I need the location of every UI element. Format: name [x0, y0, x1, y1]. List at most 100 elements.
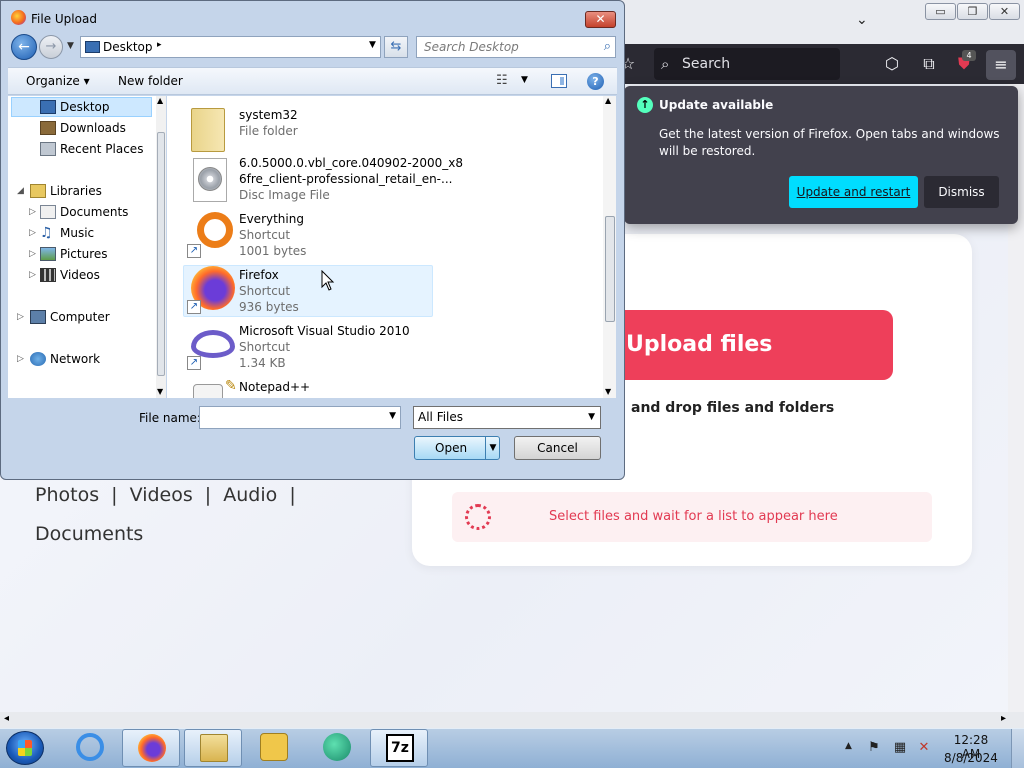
file-item-notepad[interactable]: ✎ Notepad++ — [183, 378, 433, 398]
search-placeholder: Search — [682, 56, 731, 72]
expand-arrow-icon[interactable]: ▷ — [29, 202, 36, 222]
taskbar-7zip[interactable]: 7z — [370, 729, 428, 767]
scroll-down-icon[interactable]: ▼ — [157, 387, 163, 396]
nav-item-videos[interactable]: ▷ Videos — [8, 265, 153, 285]
recent-places-icon — [40, 142, 56, 156]
chevron-down-icon[interactable]: ▼ — [588, 407, 595, 428]
forward-button[interactable]: → — [39, 35, 63, 59]
nav-item-network[interactable]: ▷ Network — [8, 349, 153, 369]
extensions-icon[interactable]: ⧉ — [917, 52, 941, 76]
start-button[interactable] — [6, 731, 44, 765]
scroll-left-icon[interactable]: ◂ — [4, 713, 9, 724]
nav-scrollbar[interactable]: ▲ ▼ — [156, 96, 166, 398]
nav-label: Recent Places — [60, 142, 144, 156]
view-dropdown-icon[interactable]: ▼ — [521, 75, 528, 85]
scroll-up-icon[interactable]: ▲ — [157, 96, 163, 105]
minimize-button[interactable]: ▭ — [925, 3, 956, 20]
link-separator: | — [289, 484, 296, 506]
open-button[interactable]: Open ▼ — [414, 436, 500, 460]
update-and-restart-button[interactable]: Update and restart — [789, 176, 918, 208]
file-list-scrollbar-thumb[interactable] — [605, 216, 615, 322]
file-type-select[interactable]: All Files ▼ — [413, 406, 601, 429]
file-type: Shortcut — [239, 228, 291, 242]
nav-label: Libraries — [50, 184, 102, 198]
nav-item-computer[interactable]: ▷ Computer — [8, 307, 153, 327]
link-videos[interactable]: Videos — [130, 484, 193, 506]
nav-item-music[interactable]: ▷ ♫ Music — [8, 223, 153, 243]
taskbar-internet-explorer[interactable] — [61, 729, 119, 767]
expand-arrow-icon[interactable]: ▷ — [29, 223, 36, 243]
expand-arrow-icon[interactable]: ▷ — [17, 349, 24, 369]
file-item-disc-image[interactable]: 6.0.5000.0.vbl_core.040902-2000_x8 6fre_… — [183, 154, 463, 208]
pocket-icon[interactable]: ⬡ — [880, 52, 904, 76]
link-documents[interactable]: Documents — [35, 523, 143, 545]
search-input[interactable]: Search Desktop ⌕ — [416, 36, 616, 58]
nav-item-recent-places[interactable]: Recent Places — [8, 139, 153, 159]
dismiss-button[interactable]: Dismiss — [924, 176, 999, 208]
cancel-button[interactable]: Cancel — [514, 436, 601, 460]
list-all-tabs-icon[interactable]: ⌄ — [856, 12, 868, 28]
nav-label: Videos — [60, 268, 100, 282]
horizontal-scrollbar[interactable]: ◂ ▸ — [0, 712, 1024, 728]
address-dropdown-icon[interactable]: ▼ — [369, 40, 376, 50]
close-window-button[interactable]: ✕ — [989, 3, 1020, 20]
file-name-input[interactable]: ▼ — [199, 406, 401, 429]
file-item-visual-studio[interactable]: ↗ Microsoft Visual Studio 2010 Shortcut … — [183, 322, 433, 376]
address-bar[interactable]: Desktop ▸ ▼ — [80, 36, 381, 58]
taskbar-firefox[interactable] — [122, 729, 180, 767]
taskbar-explorer[interactable] — [184, 729, 242, 767]
upload-files-button[interactable]: Upload files — [595, 310, 893, 380]
scroll-right-icon[interactable]: ▸ — [1001, 713, 1006, 724]
app-menu-button[interactable]: ≡ — [986, 50, 1016, 80]
nav-item-libraries[interactable]: ◢ Libraries — [8, 181, 153, 201]
collapse-arrow-icon[interactable]: ◢ — [17, 181, 24, 201]
network-icon — [30, 352, 46, 366]
refresh-button[interactable]: ⇆ — [384, 36, 408, 58]
nav-item-pictures[interactable]: ▷ Pictures — [8, 244, 153, 264]
preview-pane-icon[interactable] — [551, 74, 567, 88]
taskbar-media-player[interactable] — [245, 729, 303, 767]
close-button[interactable]: ✕ — [585, 11, 616, 28]
help-icon[interactable]: ? — [587, 73, 604, 90]
organize-button[interactable]: Organize ▾ — [26, 74, 90, 88]
file-name-label: File name: — [139, 411, 201, 425]
view-options-icon[interactable]: ☷ — [496, 73, 508, 88]
new-folder-button[interactable]: New folder — [118, 74, 183, 88]
clock-date[interactable]: 8/8/2024 — [944, 751, 998, 765]
chevron-down-icon[interactable]: ▼ — [389, 411, 396, 421]
expand-arrow-icon[interactable]: ▷ — [29, 265, 36, 285]
scroll-down-icon[interactable]: ▼ — [605, 387, 611, 396]
nav-item-downloads[interactable]: Downloads — [8, 118, 153, 138]
recent-locations-dropdown-icon[interactable]: ▼ — [67, 41, 74, 51]
nav-item-desktop[interactable]: Desktop — [8, 97, 153, 117]
file-item-firefox[interactable]: ↗ Firefox Shortcut 936 bytes — [183, 266, 433, 320]
back-button[interactable]: ← — [11, 34, 37, 60]
file-item-system32[interactable]: system32 File folder — [183, 106, 433, 160]
expand-arrow-icon[interactable]: ▷ — [29, 244, 36, 264]
folder-icon — [191, 108, 225, 152]
volume-muted-icon[interactable]: ✕ — [916, 740, 932, 756]
breadcrumb-chevron-icon[interactable]: ▸ — [157, 40, 162, 50]
show-desktop-button[interactable] — [1011, 729, 1024, 768]
file-list-scrollbar[interactable]: ▲ ▼ — [603, 96, 616, 398]
action-center-flag-icon[interactable]: ⚑ — [866, 740, 882, 756]
link-audio[interactable]: Audio — [223, 484, 277, 506]
search-icon[interactable]: ⌕ — [604, 39, 611, 54]
firefox-search-bar[interactable]: ⌕ Search — [654, 48, 840, 80]
taskbar-app[interactable] — [308, 729, 366, 767]
address-location[interactable]: Desktop — [103, 40, 153, 54]
network-status-icon[interactable]: ▦ — [892, 740, 908, 756]
expand-arrow-icon[interactable]: ▷ — [17, 307, 24, 327]
nav-scrollbar-thumb[interactable] — [157, 132, 165, 376]
nav-item-documents[interactable]: ▷ Documents — [8, 202, 153, 222]
show-hidden-icons[interactable]: ▲ — [845, 741, 852, 751]
nav-label: Network — [50, 352, 101, 366]
file-item-everything[interactable]: ↗ Everything Shortcut 1001 bytes — [183, 210, 433, 264]
file-name: system32 — [239, 108, 298, 122]
file-size: 936 bytes — [239, 300, 299, 314]
open-dropdown-icon[interactable]: ▼ — [485, 437, 500, 459]
search-placeholder: Search Desktop — [424, 40, 519, 54]
scroll-up-icon[interactable]: ▲ — [605, 96, 611, 105]
link-photos[interactable]: Photos — [35, 484, 99, 506]
restore-button[interactable]: ❐ — [957, 3, 988, 20]
